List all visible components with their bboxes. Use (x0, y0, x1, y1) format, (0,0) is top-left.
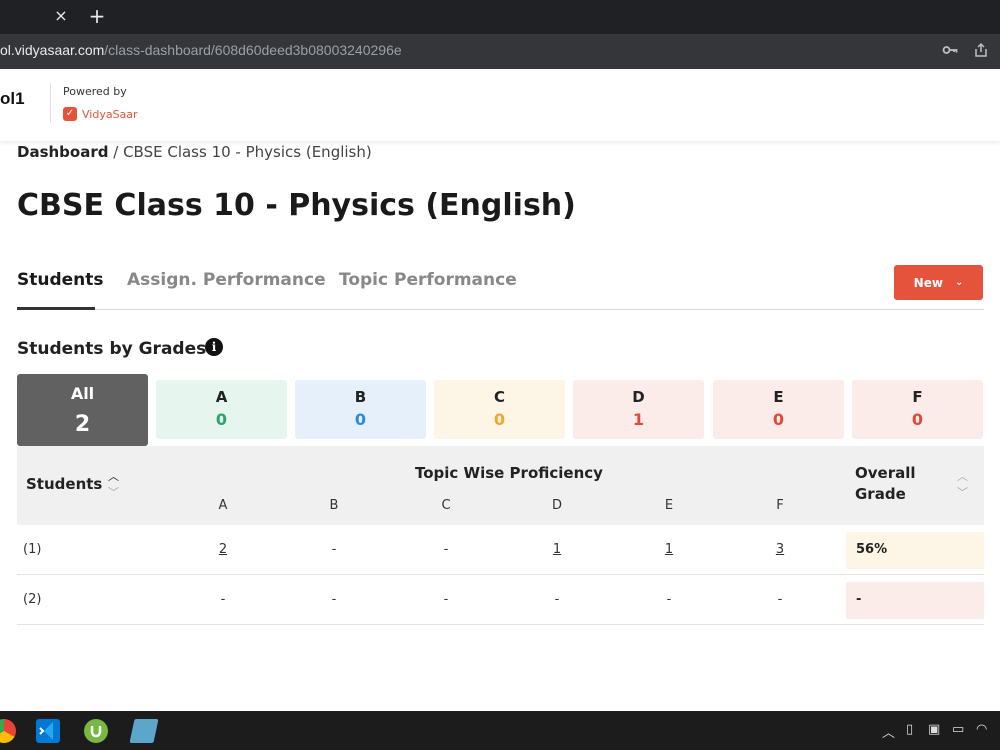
grade-filter-d[interactable]: D 1 (573, 380, 704, 439)
breadcrumb-separator: / (108, 143, 124, 161)
overall-grade-value: - (856, 592, 862, 607)
overall-grade-value: 56% (856, 542, 888, 557)
url-host: ol.vidyasaar.com (0, 42, 105, 58)
grade-filter-e[interactable]: E 0 (713, 380, 844, 439)
student-name[interactable]: (1) (23, 542, 41, 557)
topic-column-header: B (329, 498, 339, 513)
proficiency-cell[interactable]: 3 (765, 542, 795, 557)
student-name[interactable]: (2) (23, 592, 41, 607)
vidyasaar-logo-icon: ✓ (63, 107, 77, 121)
overall-grade-cell: - (846, 582, 984, 619)
header-divider (50, 83, 51, 123)
topic-wise-proficiency-header: Topic Wise Proficiency (415, 464, 603, 482)
proficiency-cell[interactable]: 2 (208, 542, 238, 557)
topic-column-header: F (776, 498, 784, 513)
grade-count: 0 (911, 410, 924, 429)
topic-column-header: E (664, 498, 674, 513)
grade-label: F (912, 388, 923, 406)
proficiency-cell: - (666, 592, 672, 607)
key-icon[interactable] (941, 42, 959, 60)
close-tab-icon[interactable]: × (52, 6, 70, 26)
tab-assign-performance[interactable]: Assign. Performance (127, 270, 326, 290)
grade-label: D (632, 388, 645, 406)
wifi-icon[interactable]: ◠ (976, 722, 987, 737)
grade-filter-b[interactable]: B 0 (295, 380, 426, 439)
grade-filter-f[interactable]: F 0 (852, 380, 983, 439)
school-name[interactable]: ol1 (0, 89, 25, 109)
app-header: ol1 Powered by ✓ VidyaSaar (0, 69, 1000, 141)
table-row: (2) - - - - - - - (17, 575, 984, 625)
grade-label: C (493, 388, 505, 406)
tab-topic-performance[interactable]: Topic Performance (339, 270, 517, 290)
grade-filter-a[interactable]: A 0 (156, 380, 287, 439)
grade-filter-c[interactable]: C 0 (434, 380, 565, 439)
grade-all-label: All (70, 384, 95, 403)
overall-grade-header-line2: Grade (855, 485, 906, 503)
proficiency-cell: - (331, 542, 337, 557)
table-header: Students ︿ ﹀ Topic Wise Proficiency A B … (17, 446, 984, 525)
proficiency-cell: - (443, 592, 449, 607)
proficiency-cell[interactable]: 1 (654, 542, 684, 557)
proficiency-cell: - (331, 592, 337, 607)
students-by-grades-title: Students by Grades (17, 339, 207, 359)
topic-column-header: D (551, 498, 562, 513)
sort-descending-icon[interactable]: ﹀ (108, 484, 119, 500)
chrome-icon[interactable] (0, 719, 16, 743)
grade-count: 0 (772, 410, 785, 429)
grade-filter-all[interactable]: All 2 (17, 374, 148, 446)
page-title: CBSE Class 10 - Physics (English) (17, 188, 576, 223)
overall-grade-cell: 56% (846, 532, 984, 569)
overall-grade-header[interactable]: Overall Grade (855, 463, 916, 505)
proficiency-cell: - (777, 592, 783, 607)
sort-descending-icon[interactable]: ﹀ (957, 484, 968, 500)
grade-all-count: 2 (74, 412, 91, 437)
grade-label: A (215, 388, 228, 406)
grade-count: 0 (215, 410, 228, 429)
grade-count: 0 (354, 410, 367, 429)
breadcrumb-dashboard-link[interactable]: Dashboard (17, 143, 108, 161)
new-tab-button[interactable]: + (86, 4, 108, 28)
taskbar: ︿ ▯ ▣ ▭ ◠ (0, 711, 1000, 750)
tab-students[interactable]: Students (17, 270, 104, 290)
grade-count: 0 (493, 410, 506, 429)
browser-tab-bar: × + (0, 0, 1000, 34)
topic-column-header: C (441, 498, 451, 513)
table-row: (1) 2 - - 1 1 3 56% (17, 525, 984, 575)
grade-count: 1 (632, 410, 645, 429)
url-text[interactable]: ol.vidyasaar.com/class-dashboard/608d60d… (0, 42, 402, 58)
proficiency-cell[interactable]: 1 (542, 542, 572, 557)
vscode-icon[interactable] (36, 719, 60, 743)
info-icon[interactable]: i (205, 338, 223, 356)
show-hidden-icons-icon[interactable]: ︿ (882, 722, 895, 741)
grade-label: B (354, 388, 367, 406)
new-button[interactable]: New ⌄ (894, 265, 983, 300)
url-path: /class-dashboard/608d60deed3b08003240296… (104, 42, 402, 58)
powered-by-label: Powered by (63, 85, 127, 98)
device-icon[interactable]: ▯ (906, 722, 913, 737)
overall-grade-header-line1: Overall (855, 464, 916, 482)
address-bar[interactable]: ol.vidyasaar.com/class-dashboard/608d60d… (0, 34, 1000, 69)
chevron-down-icon: ⌄ (954, 277, 964, 288)
proficiency-cell: - (443, 542, 449, 557)
proficiency-cell: - (220, 592, 226, 607)
breadcrumb: Dashboard / CBSE Class 10 - Physics (Eng… (17, 143, 372, 161)
brand-name: VidyaSaar (82, 107, 138, 121)
active-tab-indicator (17, 307, 95, 310)
sort-ascending-icon[interactable]: ︿ (108, 468, 119, 484)
students-column-header[interactable]: Students (26, 475, 102, 493)
tabs: Students Assign. Performance Topic Perfo… (17, 268, 984, 310)
new-button-label: New (913, 275, 943, 290)
proficiency-cell: - (554, 592, 560, 607)
grade-label: E (773, 388, 784, 406)
share-icon[interactable] (972, 42, 990, 60)
topic-column-header: A (218, 498, 228, 513)
sort-ascending-icon[interactable]: ︿ (957, 468, 968, 484)
notification-icon[interactable]: ▣ (928, 722, 940, 737)
battery-icon[interactable]: ▭ (952, 722, 964, 737)
brand[interactable]: ✓ VidyaSaar (63, 107, 138, 121)
utorrent-icon[interactable] (84, 719, 108, 743)
notepad-icon[interactable] (129, 719, 159, 743)
breadcrumb-current: CBSE Class 10 - Physics (English) (123, 143, 372, 161)
